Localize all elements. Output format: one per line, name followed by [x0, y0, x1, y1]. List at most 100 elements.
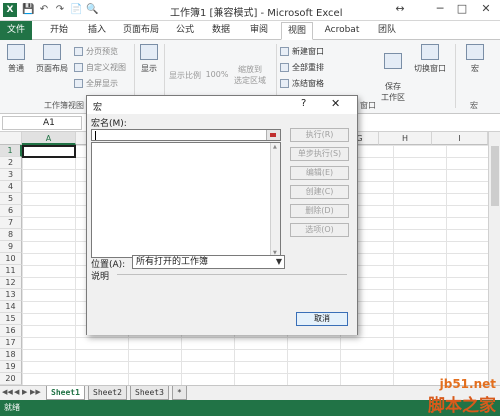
switch-windows-button[interactable]: 切换窗口	[410, 44, 450, 74]
scroll-up-icon[interactable]: ▲	[273, 144, 277, 150]
row-header[interactable]: 10	[0, 253, 22, 265]
select-all-corner[interactable]	[0, 132, 22, 145]
insert-sheet-icon[interactable]: *	[172, 386, 187, 400]
first-sheet-icon[interactable]: ◀◀	[2, 388, 13, 396]
tab-review[interactable]: 审阅	[244, 22, 274, 40]
full-screen-label: 全屏显示	[86, 79, 118, 88]
dialog-body: 宏名(M): ▲ ▼ 执行(R) 单步执行(S) 编辑(E) 创建(C) 删除(…	[87, 114, 357, 335]
row-header[interactable]: 15	[0, 313, 22, 325]
row-header[interactable]: 6	[0, 205, 22, 217]
active-cell-a1[interactable]	[22, 145, 76, 158]
dialog-close-button[interactable]: ✕	[331, 97, 340, 110]
undo-icon[interactable]: ↶	[38, 4, 50, 15]
page-layout-view-button[interactable]: 页面布局	[32, 44, 72, 74]
tab-file[interactable]: 文件	[0, 21, 32, 40]
save-workspace-button[interactable]: 保存 工作区	[380, 44, 406, 103]
row-header[interactable]: 17	[0, 337, 22, 349]
row-header[interactable]: 9	[0, 241, 22, 253]
zoom-button[interactable]: 显示比例	[168, 70, 202, 81]
row-header[interactable]: 13	[0, 289, 22, 301]
row-header[interactable]: 18	[0, 349, 22, 361]
chevron-down-icon: ▼	[275, 257, 282, 266]
tab-acrobat[interactable]: Acrobat	[320, 22, 364, 40]
page-break-preview-button[interactable]: 分页预览	[74, 46, 118, 57]
last-sheet-icon[interactable]: ▶▶	[30, 388, 41, 396]
options-button[interactable]: 选项(O)	[290, 223, 349, 237]
next-sheet-icon[interactable]: ▶	[22, 388, 27, 396]
save-workspace-icon	[384, 53, 402, 69]
run-button[interactable]: 执行(R)	[290, 128, 349, 142]
row-header[interactable]: 20	[0, 373, 22, 385]
tab-home[interactable]: 开始	[44, 22, 74, 40]
vertical-scrollbar[interactable]	[488, 132, 500, 385]
print-preview-icon[interactable]: 🔍	[86, 4, 98, 15]
normal-view-button[interactable]: 普通	[4, 44, 28, 74]
zoom-100-button[interactable]: 100%	[204, 70, 230, 79]
watermark-brand: 脚本之家	[428, 396, 496, 416]
full-screen-icon	[74, 79, 83, 88]
edit-button[interactable]: 编辑(E)	[290, 166, 349, 180]
tab-data[interactable]: 数据	[206, 22, 236, 40]
cancel-button[interactable]: 取消	[296, 312, 348, 326]
tab-page-layout[interactable]: 页面布局	[118, 22, 164, 40]
arrange-all-label: 全部重排	[292, 63, 324, 72]
macro-list-scrollbar[interactable]: ▲ ▼	[270, 143, 280, 257]
zoom-selection-button[interactable]: 缩放到 选定区域	[232, 64, 268, 86]
sheet-tab[interactable]: Sheet1	[46, 386, 85, 400]
new-icon[interactable]: 📄	[70, 4, 82, 15]
new-window-button[interactable]: 新建窗口	[280, 46, 324, 57]
row-header[interactable]: 3	[0, 169, 22, 181]
row-header[interactable]: 8	[0, 229, 22, 241]
row-header[interactable]: 16	[0, 325, 22, 337]
macro-name-input[interactable]	[91, 129, 281, 141]
row-header[interactable]: 1	[0, 145, 22, 157]
sheet-tab[interactable]: Sheet2	[88, 386, 127, 400]
step-into-button[interactable]: 单步执行(S)	[290, 147, 349, 161]
row-header[interactable]: 14	[0, 301, 22, 313]
switch-windows-icon	[421, 44, 439, 60]
create-button[interactable]: 创建(C)	[290, 185, 349, 199]
dialog-help-button[interactable]: ?	[301, 98, 306, 109]
delete-button[interactable]: 删除(D)	[290, 204, 349, 218]
save-icon[interactable]: 💾	[22, 4, 34, 15]
row-header[interactable]: 11	[0, 265, 22, 277]
restore-button[interactable]: □	[452, 2, 472, 15]
redo-icon[interactable]: ↷	[54, 4, 66, 15]
tab-insert[interactable]: 插入	[82, 22, 112, 40]
prev-sheet-icon[interactable]: ◀	[14, 388, 19, 396]
title-bar: X 💾 ↶ ↷ 📄 🔍 工作簿1 [兼容模式] - Microsoft Exce…	[0, 0, 500, 21]
row-header[interactable]: 7	[0, 217, 22, 229]
show-button[interactable]: 显示	[138, 44, 160, 74]
custom-view-icon	[74, 63, 83, 72]
range-select-icon[interactable]	[266, 130, 280, 140]
tab-formulas[interactable]: 公式	[170, 22, 200, 40]
location-select[interactable]: 所有打开的工作簿 ▼	[132, 255, 285, 269]
freeze-panes-button[interactable]: 冻结窗格	[280, 78, 324, 89]
column-header[interactable]: H	[379, 132, 432, 145]
arrange-all-button[interactable]: 全部重排	[280, 62, 324, 73]
ribbon-separator	[455, 44, 456, 108]
row-header[interactable]: 2	[0, 157, 22, 169]
page-break-label: 分页预览	[86, 47, 118, 56]
row-header[interactable]: 12	[0, 277, 22, 289]
column-header[interactable]: A	[22, 132, 76, 145]
minimize-button[interactable]: ─	[430, 2, 450, 15]
tab-team[interactable]: 团队	[372, 22, 402, 40]
close-button[interactable]: ✕	[476, 2, 496, 15]
row-header[interactable]: 4	[0, 181, 22, 193]
macro-dialog: 宏 ? ✕ 宏名(M): ▲ ▼ 执行(R) 单步执行(S) 编辑(E) 创建(…	[86, 95, 358, 335]
macro-list[interactable]: ▲ ▼	[91, 142, 281, 258]
show-label: 显示	[141, 64, 157, 73]
tab-view[interactable]: 视图	[281, 22, 313, 40]
scrollbar-thumb[interactable]	[491, 146, 499, 206]
sync-icon[interactable]: ↔	[390, 2, 410, 15]
macros-button[interactable]: 宏	[460, 44, 490, 74]
new-window-icon	[280, 47, 289, 56]
row-header[interactable]: 19	[0, 361, 22, 373]
full-screen-button[interactable]: 全屏显示	[74, 78, 118, 89]
sheet-tab[interactable]: Sheet3	[130, 386, 169, 400]
row-header[interactable]: 5	[0, 193, 22, 205]
column-header[interactable]: I	[432, 132, 488, 145]
name-box[interactable]: A1	[2, 116, 82, 130]
custom-view-button[interactable]: 自定义视图	[74, 62, 126, 73]
